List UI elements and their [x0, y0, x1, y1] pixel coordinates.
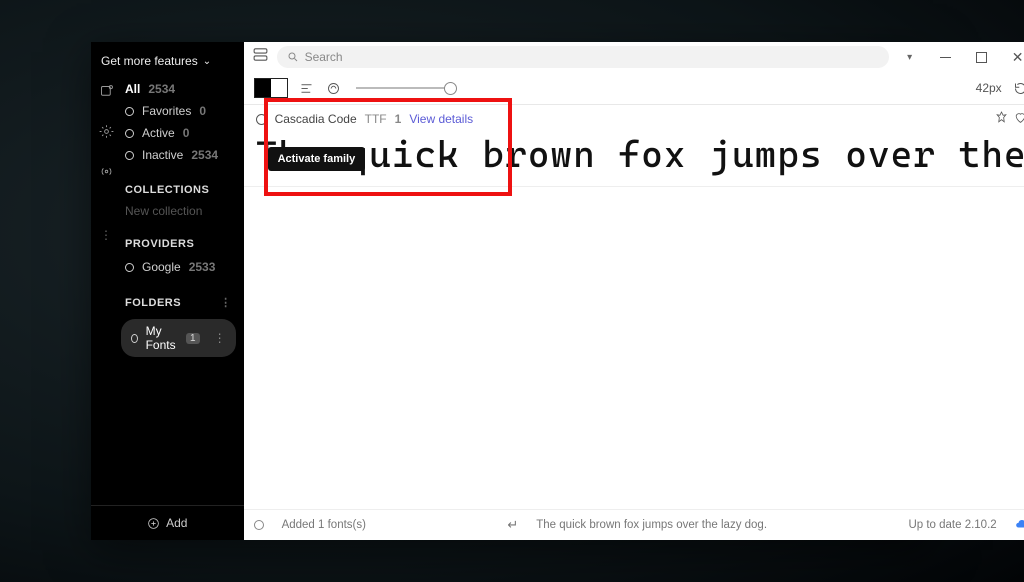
size-slider[interactable]	[356, 87, 451, 89]
minimize-button[interactable]	[937, 48, 955, 66]
active-count: 0	[183, 126, 190, 140]
maximize-button[interactable]	[973, 48, 991, 66]
font-list: Cascadia Code TTF 1 View details Activat…	[244, 105, 1024, 509]
providers-header: PROVIDERS	[121, 220, 236, 256]
slider-handle-icon[interactable]	[444, 82, 457, 95]
search-icon	[287, 51, 299, 63]
preview-toolbar: 42px	[244, 72, 1024, 105]
status-circle-icon	[125, 151, 134, 160]
enter-icon: ↵	[507, 517, 518, 533]
layout-toggle-icon[interactable]	[252, 46, 269, 68]
font-variant-count: 1	[395, 112, 402, 126]
ligature-icon[interactable]	[325, 80, 342, 97]
cloud-icon[interactable]	[1015, 517, 1024, 534]
sidebar: Get more features ⌄ ⋮ All 2534 Favorites…	[91, 42, 244, 540]
align-icon[interactable]	[298, 80, 315, 97]
inactive-count: 2534	[191, 148, 218, 162]
favorites-count: 0	[199, 104, 206, 118]
get-more-features-label: Get more features	[101, 54, 198, 68]
statusbar: Added 1 fonts(s) ↵ The quick brown fox j…	[244, 509, 1024, 540]
sidebar-rail: ⋮	[91, 78, 121, 505]
cube-icon[interactable]	[99, 84, 114, 102]
all-label: All	[125, 82, 140, 96]
status-added: Added 1 fonts(s)	[282, 519, 366, 531]
font-name: Cascadia Code	[275, 112, 357, 126]
gear-icon[interactable]	[99, 124, 114, 142]
sidebar-item-inactive[interactable]: Inactive 2534	[121, 144, 236, 166]
dropdown-icon[interactable]: ▾	[901, 48, 919, 66]
collections-header: COLLECTIONS	[121, 166, 236, 202]
sidebar-item-favorites[interactable]: Favorites 0	[121, 100, 236, 122]
inactive-label: Inactive	[142, 148, 183, 162]
myfonts-count: 1	[186, 333, 200, 344]
sidebar-item-my-fonts[interactable]: My Fonts 1 ⋮	[121, 319, 236, 357]
search-placeholder: Search	[305, 50, 343, 64]
active-label: Active	[142, 126, 175, 140]
search-input[interactable]: Search	[277, 46, 889, 68]
reset-icon[interactable]	[1012, 80, 1024, 97]
sidebar-item-all[interactable]: All 2534	[121, 78, 236, 100]
font-family-row: Cascadia Code TTF 1 View details Activat…	[244, 105, 1024, 187]
app-window: Get more features ⌄ ⋮ All 2534 Favorites…	[91, 42, 933, 540]
activate-family-tooltip: Activate family	[268, 147, 366, 171]
status-version: Up to date 2.10.2	[908, 519, 996, 531]
favorites-label: Favorites	[142, 104, 191, 118]
status-circle-icon	[125, 263, 134, 272]
add-label: Add	[166, 516, 187, 530]
sidebar-item-active[interactable]: Active 0	[121, 122, 236, 144]
google-count: 2533	[189, 260, 216, 274]
view-details-link[interactable]: View details	[409, 112, 473, 126]
font-preview-text[interactable]: The quick brown fox jumps over the	[256, 127, 1024, 176]
close-button[interactable]: ✕	[1009, 48, 1024, 66]
sidebar-item-google[interactable]: Google 2533	[121, 256, 236, 278]
font-format: TTF	[365, 112, 387, 126]
status-preview-text[interactable]: The quick brown fox jumps over the lazy …	[536, 519, 767, 531]
pin-icon[interactable]	[995, 111, 1008, 127]
titlebar: Search ▾ ✕	[244, 42, 1024, 72]
more-icon[interactable]: ⋮	[100, 228, 112, 242]
add-button[interactable]: Add	[91, 505, 244, 540]
heart-icon[interactable]	[1014, 111, 1024, 127]
status-circle-icon	[131, 334, 138, 343]
activate-family-toggle[interactable]	[256, 114, 267, 125]
status-circle-icon	[254, 520, 264, 530]
plus-circle-icon	[147, 517, 160, 530]
status-circle-icon	[125, 107, 134, 116]
folders-more-icon[interactable]: ⋮	[220, 296, 236, 309]
get-more-features-button[interactable]: Get more features ⌄	[91, 42, 244, 78]
all-count: 2534	[148, 82, 175, 96]
folder-more-icon[interactable]: ⋮	[214, 331, 226, 345]
font-size-value: 42px	[976, 81, 1002, 95]
folders-header: FOLDERS ⋮	[121, 278, 236, 315]
myfonts-label: My Fonts	[146, 324, 178, 352]
status-circle-icon	[125, 129, 134, 138]
color-swatch-toggle[interactable]	[254, 78, 288, 98]
new-collection-button[interactable]: New collection	[121, 202, 236, 220]
main-panel: Search ▾ ✕ 42px Cascadia Code	[244, 42, 1024, 540]
broadcast-icon[interactable]	[99, 164, 114, 182]
google-label: Google	[142, 260, 181, 274]
chevron-down-icon: ⌄	[203, 56, 211, 67]
